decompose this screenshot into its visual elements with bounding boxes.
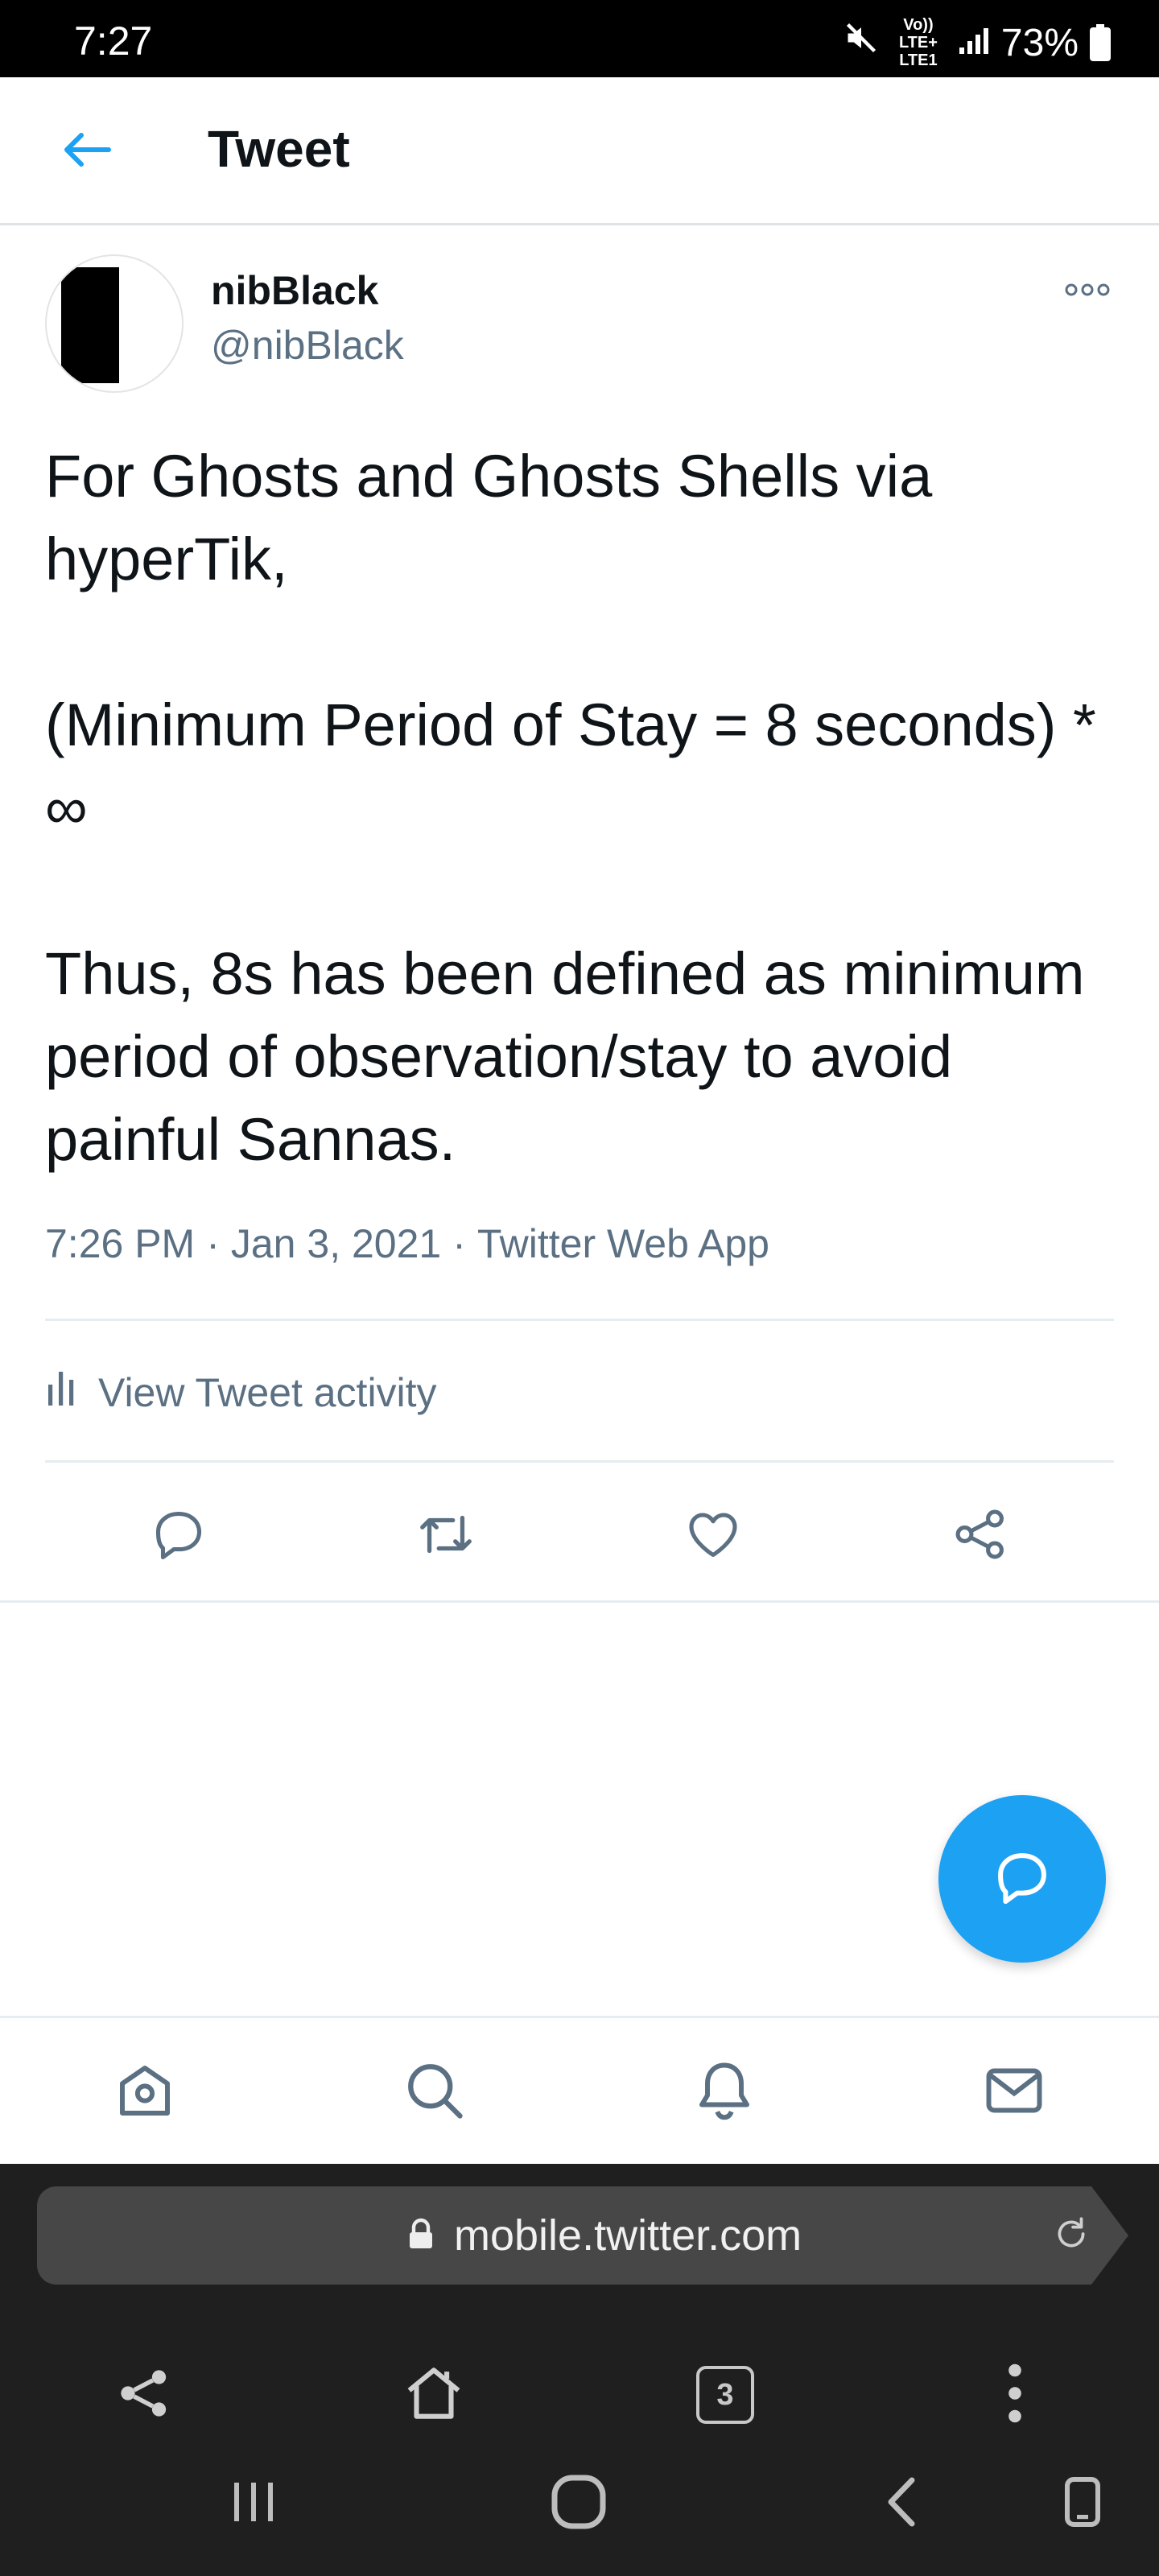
lock-icon <box>407 2211 435 2260</box>
analytics-icon <box>45 1368 77 1417</box>
tweet-source[interactable]: Twitter Web App <box>477 1221 769 1266</box>
mute-icon <box>843 20 879 65</box>
browser-tabs-button[interactable]: 3 <box>681 2351 769 2439</box>
chevron-left-icon <box>883 2475 918 2533</box>
mail-icon <box>980 2057 1048 2128</box>
browser-share-button[interactable] <box>100 2351 188 2439</box>
url-display: mobile.twitter.com <box>407 2186 802 2285</box>
browser-home-button[interactable] <box>390 2351 478 2439</box>
recent-apps-button[interactable] <box>209 2463 298 2544</box>
tweet-text: For Ghosts and Ghosts Shells via hyperTi… <box>45 443 1096 1173</box>
page-title: Tweet <box>208 120 350 178</box>
rotate-screen-button[interactable] <box>1038 2463 1127 2544</box>
share-icon <box>951 1505 1009 1567</box>
tab-count: 3 <box>716 2377 734 2412</box>
like-button[interactable] <box>673 1496 753 1576</box>
retweet-button[interactable] <box>406 1496 486 1576</box>
top-header: Tweet <box>0 77 1159 225</box>
browser-menu-button[interactable] <box>971 2351 1059 2439</box>
divider <box>45 1319 1114 1321</box>
browser-chrome: mobile.twitter.com 3 <box>0 2164 1159 2576</box>
search-icon <box>401 2057 468 2128</box>
tweet-time[interactable]: 7:26 PM <box>45 1221 195 1266</box>
reply-icon <box>150 1505 208 1567</box>
author-avatar[interactable] <box>45 254 184 393</box>
recents-icon <box>228 2478 279 2530</box>
nav-notifications[interactable] <box>683 2050 766 2134</box>
bottom-navigation <box>0 2016 1159 2164</box>
retweet-icon <box>415 1505 476 1567</box>
divider <box>0 1600 1159 1603</box>
divider <box>45 1460 1114 1463</box>
signal-icon <box>958 21 990 65</box>
share-icon <box>114 2363 174 2427</box>
nav-messages[interactable] <box>972 2050 1056 2134</box>
address-bar-arrow <box>1091 2186 1128 2285</box>
home-icon <box>111 2057 179 2128</box>
network-indicator: Vo)) LTE+ LTE1 <box>898 16 938 69</box>
home-icon <box>399 2359 468 2432</box>
bell-icon <box>691 2057 758 2128</box>
home-circle-icon <box>550 2473 608 2535</box>
view-activity-label: View Tweet activity <box>98 1370 437 1415</box>
status-icons: Vo)) LTE+ LTE1 73% <box>843 16 1111 69</box>
system-back-button[interactable] <box>856 2463 945 2544</box>
tweet-date[interactable]: Jan 3, 2021 <box>231 1221 441 1266</box>
reload-icon <box>1051 2214 1091 2258</box>
status-time: 7:27 <box>74 19 153 64</box>
url-text: mobile.twitter.com <box>454 2211 802 2260</box>
author-name[interactable]: nibBlack <box>211 267 378 314</box>
more-vertical-icon <box>1003 2361 1027 2429</box>
arrow-left-icon <box>60 130 112 173</box>
battery-percent: 73% <box>1000 21 1079 64</box>
author-handle[interactable]: @nibBlack <box>211 322 404 369</box>
compose-bubble-icon <box>992 1847 1053 1912</box>
address-bar[interactable]: mobile.twitter.com <box>37 2186 1091 2285</box>
rotate-phone-icon <box>1062 2475 1103 2533</box>
back-button[interactable] <box>52 119 121 184</box>
more-dots-icon <box>1063 282 1112 302</box>
nav-home[interactable] <box>103 2050 187 2134</box>
nav-search[interactable] <box>393 2050 476 2134</box>
tweet-meta: 7:26 PM · Jan 3, 2021 · Twitter Web App <box>45 1220 769 1267</box>
system-home-button[interactable] <box>534 2463 623 2544</box>
view-activity-button[interactable]: View Tweet activity <box>45 1352 437 1433</box>
battery-icon <box>1090 24 1111 61</box>
share-button[interactable] <box>940 1496 1021 1576</box>
meta-separator: · <box>206 1221 220 1266</box>
compose-tweet-button[interactable] <box>938 1795 1106 1963</box>
heart-icon <box>684 1505 742 1567</box>
more-options-button[interactable] <box>1054 274 1120 309</box>
reply-button[interactable] <box>138 1496 219 1576</box>
meta-separator: · <box>452 1221 466 1266</box>
status-bar: 7:27 Vo)) LTE+ LTE1 73% <box>0 0 1159 77</box>
